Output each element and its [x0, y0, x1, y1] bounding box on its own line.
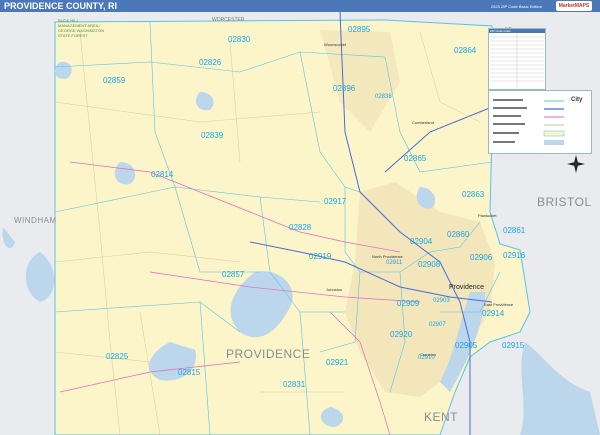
title-bar: PROVIDENCE COUNTY, RI 2023 ZIP Code Basi…	[0, 0, 600, 12]
zip-label: 02909	[397, 299, 420, 308]
region-windham: WINDHAM	[14, 216, 57, 225]
zip-label: 02830	[228, 35, 251, 44]
city-providence: Providence	[449, 284, 485, 291]
zip-label: 02917	[324, 197, 347, 206]
city-cumberland: Cumberland	[412, 120, 434, 125]
city-johnston: Johnston	[326, 287, 343, 292]
zip-label: 02839	[201, 131, 224, 140]
region-providence: PROVIDENCE	[226, 347, 311, 361]
zip-label: 02916	[503, 251, 526, 260]
zip-label: 02920	[390, 330, 413, 339]
zip-label: 02815	[178, 368, 201, 377]
edition-label: 2023 ZIP Code Basic Edition	[490, 4, 542, 9]
zip-label: 02825	[106, 352, 129, 361]
city-pawtucket: Pawtucket	[478, 213, 497, 218]
zip-label: 02826	[199, 58, 222, 67]
zip-index-inset: ZIP Code Index	[488, 28, 546, 90]
publisher-logo: MarketMAPS	[556, 1, 592, 11]
zip-label: 02814	[151, 170, 174, 179]
zip-label: 02911	[386, 260, 403, 266]
zip-label: 02865	[404, 154, 427, 163]
map-legend: City	[488, 90, 592, 154]
zip-label: 02905	[455, 341, 478, 350]
zip-label: 02903	[433, 298, 450, 304]
zip-label: 02921	[326, 358, 349, 367]
city-woonsocket: Woonsocket	[324, 42, 346, 47]
zip-label: 02915	[502, 341, 525, 350]
zip-label: 02863	[462, 190, 485, 199]
zip-label: 02838	[375, 94, 392, 100]
legend-city-label: City	[571, 97, 583, 103]
zip-label: 02831	[283, 380, 306, 389]
city-east-providence: East Providence	[484, 302, 514, 307]
region-worcester: WORCESTER	[212, 17, 245, 23]
zip-label: 02896	[333, 84, 356, 93]
zip-label: 02910	[418, 355, 435, 361]
region-bristol: BRISTOL	[537, 195, 592, 209]
zip-label: 02908	[418, 260, 441, 269]
zip-label: 02828	[289, 223, 312, 232]
region-kent: KENT	[424, 410, 459, 424]
map-canvas[interactable]: WORCESTER WINDHAM BRISTOL KENT PROVIDENC…	[0, 12, 600, 435]
zip-label: 02906	[470, 253, 493, 262]
zip-label: 02919	[309, 252, 332, 261]
zip-label: 02904	[410, 237, 433, 246]
map-title: PROVIDENCE COUNTY, RI	[4, 1, 118, 11]
zip-label: 02895	[348, 25, 371, 34]
zip-label: 02859	[103, 76, 126, 85]
zip-label: 02914	[482, 309, 505, 318]
state-forest-label: BUCK HILL MANAGEMENT AREA / GEORGE WASHI…	[58, 18, 105, 38]
zip-label: 02907	[429, 322, 446, 328]
zip-label: 02861	[503, 226, 526, 235]
zip-label: 02860	[447, 230, 470, 239]
zip-index-table	[490, 33, 544, 88]
compass-icon	[567, 155, 585, 173]
zip-label: 02864	[454, 46, 477, 55]
zip-label: 02857	[222, 270, 245, 279]
